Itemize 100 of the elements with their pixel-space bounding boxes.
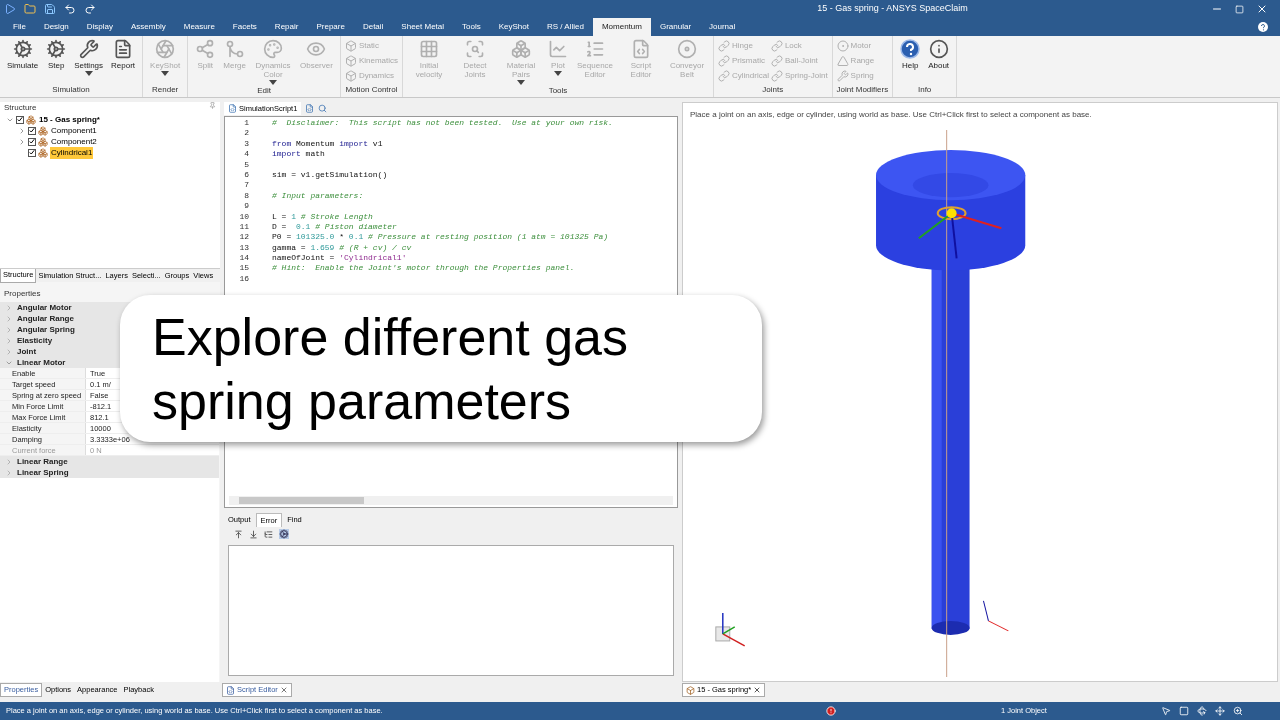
ribbon-button[interactable]: Settings (71, 36, 107, 77)
menu-tab[interactable]: Display (77, 18, 123, 36)
checkbox[interactable] (16, 115, 24, 124)
close-icon[interactable] (753, 686, 762, 694)
grid-icon (419, 39, 439, 59)
menu-tab[interactable]: Assembly (122, 18, 175, 36)
undo-icon[interactable] (64, 3, 76, 15)
checkbox[interactable] (28, 137, 36, 146)
code-line: L = 1 # Stroke Length (272, 211, 373, 222)
app-logo-icon (4, 3, 16, 15)
tree-item[interactable]: 15 - Gas spring* (38, 113, 101, 126)
code-line: D = 0.1 # Piston diameter (272, 221, 397, 233)
tree-item[interactable]: Component1 (50, 124, 98, 137)
list-icon (585, 39, 605, 59)
menu-tab[interactable]: KeyShot (489, 18, 538, 36)
menu-tab[interactable]: Measure (174, 18, 224, 36)
line-number: 7 (243, 180, 249, 191)
menu-tab[interactable]: Granular (650, 18, 701, 36)
horizontal-scrollbar[interactable] (229, 496, 673, 505)
gear-icon[interactable] (279, 529, 289, 539)
line-number: 11 (238, 221, 249, 233)
cube-icon (344, 55, 357, 67)
rotate-icon[interactable] (1197, 706, 1207, 716)
ribbon-button[interactable]: Report (108, 36, 139, 77)
hint-text: Place a joint on an axis, edge or cylinder, using world as base. Use Ctrl+Click first to select a component as base. (689, 109, 1093, 121)
property-group[interactable]: Linear Spring (0, 467, 219, 478)
menu-tab[interactable]: Sheet Metal (392, 18, 454, 36)
line-number: 15 (238, 263, 249, 274)
property-group[interactable]: Linear Range (0, 456, 219, 467)
maximize-icon[interactable] (1235, 4, 1244, 14)
menu-tab[interactable]: RS / Allied (538, 18, 593, 36)
open-icon[interactable] (24, 3, 36, 15)
component-icon (38, 125, 48, 136)
menu-tab[interactable]: Journal (700, 18, 745, 36)
zoom-icon[interactable] (1233, 706, 1243, 716)
line-number: 14 (238, 253, 249, 264)
chart-icon (548, 39, 568, 59)
palette-icon (263, 39, 283, 59)
scroll-top-icon[interactable] (234, 529, 243, 539)
menu-tab[interactable]: Detail (353, 18, 393, 36)
line-number: 2 (243, 128, 249, 139)
code-line: P0 = 101325.0 * 0.1 # Pressure at resting position (1 atm = 101325 Pa) (272, 232, 609, 243)
code-line: nameOfJoint = 'Cylindrical1' (272, 253, 407, 264)
property-group-label: Angular Range (17, 312, 74, 325)
ribbon-button[interactable]: About (925, 36, 953, 77)
ribbon-group-label: Motion Control (344, 85, 398, 96)
menu-tab[interactable]: Tools (453, 18, 490, 36)
menu-tab[interactable]: Repair (265, 18, 308, 36)
checkbox[interactable] (28, 148, 36, 157)
link-icon (770, 70, 783, 82)
line-number: 8 (243, 190, 249, 202)
link-icon (770, 55, 783, 67)
cube-icon (686, 685, 695, 695)
checkbox[interactable] (28, 126, 36, 135)
panel-title: Structure (4, 102, 37, 112)
panel-title: Properties (3, 288, 42, 300)
line-number: 5 (243, 159, 249, 170)
wrench-icon (78, 39, 99, 59)
caret-icon (517, 80, 525, 85)
eye-icon (306, 39, 327, 59)
menu-tab[interactable]: Momentum (592, 18, 651, 36)
code-line: # Input parameters: (272, 190, 364, 202)
caret-icon (554, 71, 562, 76)
document-icon (113, 39, 134, 59)
cubes-icon (511, 39, 531, 59)
gear-icon (46, 39, 67, 59)
menu-tab[interactable]: Prepare (307, 18, 354, 36)
link-icon (718, 40, 730, 52)
ribbon-group-label: Joint Modifiers (836, 85, 889, 96)
list-icon[interactable] (264, 529, 273, 539)
menu-tab[interactable]: Facets (223, 18, 266, 36)
pan-icon[interactable] (1215, 706, 1225, 716)
info-icon (928, 39, 949, 59)
tree-item[interactable]: Cylindrical1 (50, 146, 94, 159)
caret-icon (269, 80, 277, 85)
scroll-bottom-icon[interactable] (249, 529, 258, 539)
link-icon (770, 40, 783, 52)
tree-item[interactable]: Component2 (50, 135, 98, 148)
ribbon-button[interactable]: Help (897, 36, 924, 77)
ribbon-button[interactable]: Step (43, 36, 70, 77)
box-select-icon[interactable] (1179, 706, 1189, 716)
line-number: 9 (243, 201, 249, 212)
redo-icon[interactable] (84, 3, 96, 15)
error-icon[interactable] (826, 706, 836, 716)
menu-tab[interactable]: File (4, 18, 35, 36)
line-number: 3 (243, 138, 249, 150)
ribbon-group-label: Joints (761, 85, 785, 96)
menu-tab[interactable]: Design (34, 18, 78, 36)
line-number: 10 (238, 211, 249, 222)
ribbon-button[interactable]: Simulate (4, 36, 42, 77)
close-icon[interactable] (1256, 3, 1268, 15)
property-group-label: Linear Range (17, 455, 68, 468)
close-icon[interactable] (279, 686, 288, 694)
save-icon[interactable] (44, 3, 56, 15)
code-line: import math (272, 149, 325, 160)
caret-icon (161, 71, 170, 76)
select-icon[interactable] (1161, 706, 1171, 716)
cube-icon (344, 70, 357, 82)
help-icon[interactable] (1258, 22, 1268, 32)
search-icon[interactable] (318, 104, 328, 113)
